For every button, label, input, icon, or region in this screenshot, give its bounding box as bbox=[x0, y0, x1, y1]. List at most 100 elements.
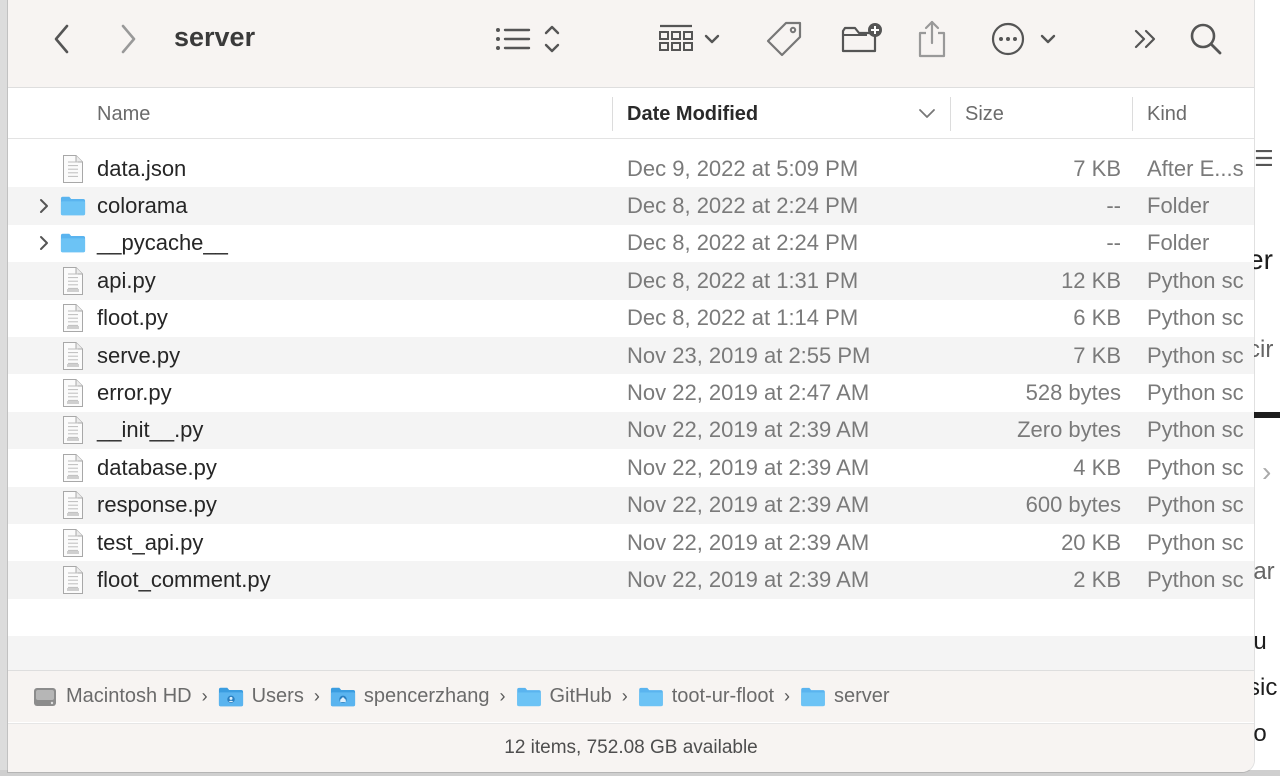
ellipsis-circle-icon bbox=[991, 22, 1056, 56]
file-date-modified: Nov 22, 2019 at 2:39 AM bbox=[627, 454, 870, 480]
file-size: 4 KB bbox=[1073, 454, 1121, 480]
python-file-icon bbox=[60, 487, 86, 524]
file-date-modified: Nov 22, 2019 at 2:47 AM bbox=[627, 380, 870, 406]
file-row[interactable]: response.py Nov 22, 2019 at 2:39 AM 600 by… bbox=[8, 486, 1254, 524]
file-row[interactable]: __pycache__ Dec 8, 2022 at 2:24 PM -- Folde… bbox=[8, 225, 1254, 262]
file-name: __pycache__ bbox=[97, 230, 228, 256]
file-row[interactable]: serve.py Nov 23, 2019 at 2:55 PM 7 KB Pytho… bbox=[8, 336, 1254, 375]
status-text: 12 items, 752.08 GB available bbox=[504, 737, 758, 758]
toolbar-overflow-button[interactable] bbox=[1128, 18, 1164, 60]
breadcrumb-item[interactable]: spencerzhang bbox=[330, 685, 490, 708]
breadcrumb-item[interactable]: Users bbox=[218, 685, 304, 708]
folder-icon bbox=[800, 687, 826, 707]
breadcrumb-label: toot-ur-floot bbox=[671, 685, 775, 707]
disclosure-spacer bbox=[36, 374, 52, 411]
background-chevron-icon: › bbox=[1262, 456, 1272, 487]
file-row[interactable]: floot.py Dec 8, 2022 at 1:14 PM 6 KB Python… bbox=[8, 300, 1254, 337]
new-folder-button[interactable] bbox=[838, 18, 886, 60]
disclosure-spacer bbox=[36, 337, 52, 374]
python-file-icon bbox=[60, 374, 86, 411]
disclosure-spacer bbox=[36, 449, 52, 486]
disclosure-triangle-icon[interactable] bbox=[36, 187, 52, 224]
file-row[interactable]: database.py Nov 22, 2019 at 2:39 AM 4 KB Py… bbox=[8, 449, 1254, 486]
file-size: 12 KB bbox=[1061, 267, 1121, 293]
breadcrumb-label: Users bbox=[251, 685, 304, 707]
breadcrumb-separator-icon: › bbox=[499, 686, 506, 706]
sort-direction-indicator[interactable] bbox=[918, 89, 936, 139]
breadcrumb-item[interactable]: Macintosh HD bbox=[32, 685, 192, 709]
breadcrumb-separator-icon: › bbox=[621, 686, 628, 706]
file-row[interactable]: floot_comment.py Nov 22, 2019 at 2:39 AM 2… bbox=[8, 561, 1254, 599]
hard-drive-icon bbox=[32, 685, 58, 709]
action-menu-button[interactable] bbox=[988, 18, 1060, 60]
background-list-icon: ☰ bbox=[1254, 146, 1274, 171]
path-bar: Macintosh HD › Users › spencerzhang › GitHub › t… bbox=[8, 670, 1254, 722]
file-size: -- bbox=[1106, 193, 1121, 219]
file-row[interactable]: api.py Dec 8, 2022 at 1:31 PM 12 KB Python … bbox=[8, 262, 1254, 300]
breadcrumb-item[interactable]: server bbox=[800, 685, 890, 708]
toolbar: server bbox=[8, 0, 1254, 88]
folder-icon bbox=[516, 687, 542, 707]
file-list: data.json Dec 9, 2022 at 5:09 PM 7 KB After… bbox=[8, 150, 1254, 674]
file-kind: Python sc bbox=[1147, 566, 1244, 592]
finder-window: server Name Date Modified Size Kind data… bbox=[8, 0, 1254, 772]
column-header: Name Date Modified Size Kind bbox=[8, 89, 1254, 139]
file-date-modified: Nov 22, 2019 at 2:39 AM bbox=[627, 492, 870, 518]
share-button[interactable] bbox=[912, 18, 952, 60]
file-kind: Folder bbox=[1147, 230, 1210, 256]
python-file-icon bbox=[60, 561, 86, 598]
file-date-modified: Nov 22, 2019 at 2:39 AM bbox=[627, 566, 870, 592]
column-date-modified[interactable]: Date Modified bbox=[627, 89, 758, 139]
file-row[interactable]: test_api.py Nov 22, 2019 at 2:39 AM 20 KB P… bbox=[8, 524, 1254, 561]
forward-button[interactable] bbox=[112, 18, 144, 60]
breadcrumb-label: Macintosh HD bbox=[66, 685, 192, 707]
file-name: colorama bbox=[97, 193, 188, 219]
python-file-icon bbox=[60, 449, 86, 486]
file-row[interactable]: __init__.py Nov 22, 2019 at 2:39 AM Zero b… bbox=[8, 411, 1254, 450]
share-icon bbox=[918, 20, 946, 58]
tag-button[interactable] bbox=[762, 18, 806, 60]
file-kind: Python sc bbox=[1147, 305, 1244, 331]
column-divider[interactable] bbox=[950, 97, 951, 131]
file-kind: Python sc bbox=[1147, 342, 1244, 368]
back-button[interactable] bbox=[46, 18, 78, 60]
column-divider[interactable] bbox=[1132, 97, 1133, 131]
file-name: test_api.py bbox=[97, 529, 204, 555]
disclosure-spacer bbox=[36, 300, 52, 337]
list-view-icon bbox=[496, 25, 560, 53]
file-row[interactable]: colorama Dec 8, 2022 at 2:24 PM -- Folder bbox=[8, 187, 1254, 225]
file-name: serve.py bbox=[97, 342, 181, 368]
column-divider[interactable] bbox=[612, 97, 613, 131]
chevron-down-icon bbox=[919, 109, 935, 118]
file-row[interactable]: data.json Dec 9, 2022 at 5:09 PM 7 KB After… bbox=[8, 150, 1254, 187]
file-kind: Python sc bbox=[1147, 380, 1244, 406]
breadcrumb-label: spencerzhang bbox=[363, 685, 490, 707]
disclosure-spacer bbox=[36, 487, 52, 524]
file-size: 600 bytes bbox=[1025, 492, 1121, 518]
file-date-modified: Nov 22, 2019 at 2:39 AM bbox=[627, 529, 870, 555]
breadcrumb-separator-icon: › bbox=[313, 686, 320, 706]
breadcrumb-item[interactable]: toot-ur-floot bbox=[638, 685, 774, 708]
column-name[interactable]: Name bbox=[97, 89, 150, 139]
folder-icon bbox=[638, 687, 664, 707]
disclosure-triangle-icon[interactable] bbox=[36, 225, 52, 262]
file-date-modified: Nov 23, 2019 at 2:55 PM bbox=[627, 342, 871, 368]
search-button[interactable] bbox=[1184, 18, 1228, 60]
document-icon bbox=[60, 150, 86, 187]
python-file-icon bbox=[60, 300, 86, 337]
file-kind: Python sc bbox=[1147, 267, 1244, 293]
empty-row bbox=[8, 636, 1254, 674]
file-date-modified: Dec 9, 2022 at 5:09 PM bbox=[627, 155, 859, 181]
python-file-icon bbox=[60, 262, 86, 299]
column-kind[interactable]: Kind bbox=[1147, 89, 1187, 139]
file-row[interactable]: error.py Nov 22, 2019 at 2:47 AM 528 bytes… bbox=[8, 374, 1254, 411]
file-size: 20 KB bbox=[1061, 529, 1121, 555]
group-button[interactable] bbox=[652, 18, 728, 60]
file-name: database.py bbox=[97, 454, 217, 480]
breadcrumb-item[interactable]: GitHub bbox=[516, 685, 612, 708]
disclosure-spacer bbox=[36, 561, 52, 598]
column-size[interactable]: Size bbox=[965, 89, 1004, 139]
view-options-button[interactable] bbox=[486, 18, 566, 60]
file-kind: Folder bbox=[1147, 193, 1210, 219]
file-name: response.py bbox=[97, 492, 217, 518]
